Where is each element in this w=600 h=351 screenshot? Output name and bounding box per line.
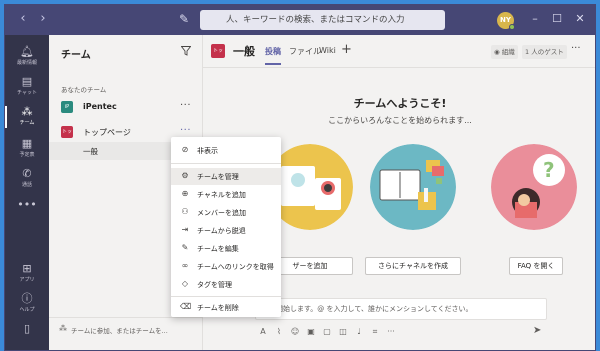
compose-icon[interactable]: ✎ bbox=[177, 12, 191, 26]
search-input[interactable]: 人、キーワードの検索、またはコマンドの入力 bbox=[200, 10, 445, 30]
hide-icon: ⊘ bbox=[181, 145, 189, 154]
filter-icon[interactable] bbox=[181, 46, 191, 56]
close-icon[interactable]: ✕ bbox=[573, 12, 587, 26]
rail-item-calendar[interactable]: ▦ 予定表 bbox=[5, 134, 49, 164]
meet-now-icon[interactable]: ◫ bbox=[337, 326, 349, 338]
menu-item-get-link[interactable]: ∞ チームへのリンクを取得 bbox=[171, 258, 281, 275]
gear-icon: ⚙ bbox=[181, 171, 189, 180]
menu-item-delete-team[interactable]: ⌫ チームを削除 bbox=[171, 299, 281, 316]
join-team-text: チームに参加、またはチームを... bbox=[71, 327, 168, 335]
join-team-icon: ⁂ bbox=[59, 324, 67, 333]
menu-item-leave-team[interactable]: ⇥ チームから脱退 bbox=[171, 222, 281, 239]
tag-icon: ◇ bbox=[181, 279, 189, 288]
more-options-icon[interactable]: ··· bbox=[385, 326, 397, 338]
rail-item-teams[interactable]: ⁂ チーム bbox=[5, 102, 49, 132]
teams-pane-title: チーム bbox=[61, 50, 91, 61]
org-view-button[interactable]: ◉ 組織 bbox=[491, 45, 518, 59]
trash-icon: ⌫ bbox=[180, 302, 192, 311]
rail-item-help[interactable]: ⓘ ヘルプ bbox=[5, 289, 49, 319]
faq-illustration: ? bbox=[491, 144, 577, 230]
tab-wiki[interactable]: Wiki bbox=[319, 46, 336, 55]
rail-item-more[interactable]: ••• bbox=[5, 195, 49, 225]
more-icon: ••• bbox=[17, 198, 37, 211]
avatar[interactable]: NY bbox=[497, 12, 515, 30]
apps-icon: ⊞ bbox=[22, 262, 32, 275]
guest-button[interactable]: 1 人のゲスト bbox=[522, 45, 567, 59]
rail-item-chat[interactable]: ▤ チャット bbox=[5, 72, 49, 102]
maximize-icon[interactable]: ☐ bbox=[550, 12, 564, 26]
compose-input[interactable]: 話を開始します。@ を入力して、誰かにメンションしてください。 bbox=[255, 298, 547, 320]
giphy-icon[interactable]: ▣ bbox=[305, 326, 317, 338]
svg-text:?: ? bbox=[543, 158, 555, 182]
format-icon[interactable]: A bbox=[257, 326, 269, 338]
section-label-your-teams: あなたのチーム bbox=[61, 86, 107, 94]
menu-item-manage-tags[interactable]: ◇ タグを管理 bbox=[171, 276, 281, 293]
team-name: iPentec bbox=[83, 102, 117, 111]
chevron-left-icon[interactable]: ‹ bbox=[15, 11, 31, 27]
welcome-title: チームへようこそ! bbox=[353, 97, 447, 110]
teams-window: ‹ › ✎ 人、キーワードの検索、またはコマンドの入力 NY – ☐ ✕ 🔔︎ … bbox=[4, 4, 596, 351]
pencil-icon: ✎ bbox=[181, 243, 189, 252]
tab-posts[interactable]: 投稿 bbox=[265, 46, 281, 65]
team-item-ipentec[interactable]: iP iPentec ··· bbox=[49, 97, 203, 119]
team-tile: トッ bbox=[211, 44, 225, 58]
more-options-icon[interactable]: ··· bbox=[180, 125, 191, 136]
bell-icon: 🔔︎ bbox=[20, 45, 34, 58]
channel-name: 一般 bbox=[83, 147, 98, 156]
presence-available-icon bbox=[509, 24, 515, 30]
channel-title: 一般 bbox=[233, 45, 255, 58]
more-options-icon[interactable]: ··· bbox=[571, 43, 581, 54]
attach-icon[interactable]: ⌇ bbox=[273, 326, 285, 338]
chevron-right-icon[interactable]: › bbox=[35, 11, 51, 27]
menu-item-hide[interactable]: ⊘ 非表示 bbox=[171, 142, 281, 159]
calendar-icon: ▦ bbox=[21, 137, 33, 150]
link-icon: ∞ bbox=[181, 261, 189, 270]
minimize-icon[interactable]: – bbox=[528, 12, 542, 26]
rail-item-activity[interactable]: 🔔︎ 最新情報 bbox=[5, 42, 49, 72]
tab-files[interactable]: ファイル bbox=[289, 46, 321, 57]
channel-header: トッ 一般 投稿 ファイル Wiki + ◉ 組織 1 人のゲスト ··· bbox=[203, 35, 595, 68]
team-tile: トッ bbox=[61, 126, 73, 138]
team-context-menu: ⊘ 非表示 ⚙ チームを管理 ⊕ チャネルを追加 ⚇ メンバーを追加 ⇥ チーム… bbox=[171, 137, 281, 317]
team-name: トップページ bbox=[83, 128, 131, 137]
teams-icon: ⁂ bbox=[21, 105, 33, 118]
avatar-initials: NY bbox=[500, 16, 511, 24]
help-icon: ⓘ bbox=[21, 292, 33, 305]
mobile-icon: ▯ bbox=[23, 322, 31, 335]
app-rail: 🔔︎ 最新情報 ▤ チャット ⁂ チーム ▦ 予定表 ✆ 通話 ••• ⊞ アプ… bbox=[5, 35, 49, 350]
rail-item-mobile[interactable]: ▯ bbox=[5, 319, 49, 349]
menu-item-manage-team[interactable]: ⚙ チームを管理 bbox=[171, 168, 281, 185]
add-tab-icon[interactable]: + bbox=[341, 42, 352, 57]
audio-icon[interactable]: ♩ bbox=[353, 326, 365, 338]
phone-icon: ✆ bbox=[22, 167, 32, 180]
eye-icon: ◉ bbox=[494, 48, 500, 56]
add-member-icon: ⚇ bbox=[181, 207, 189, 216]
emoji-icon[interactable]: ☺ bbox=[289, 326, 301, 338]
menu-item-add-member[interactable]: ⚇ メンバーを追加 bbox=[171, 204, 281, 221]
rail-item-calls[interactable]: ✆ 通話 bbox=[5, 164, 49, 194]
team-tile: iP bbox=[61, 101, 73, 113]
create-channel-illustration bbox=[370, 144, 456, 230]
menu-divider bbox=[171, 296, 281, 297]
schedule-icon[interactable]: ⌗ bbox=[369, 326, 381, 338]
create-channel-button[interactable]: さらにチャネルを作成 bbox=[365, 257, 461, 275]
menu-item-edit-team[interactable]: ✎ チームを編集 bbox=[171, 240, 281, 257]
more-options-icon[interactable]: ··· bbox=[180, 100, 191, 111]
title-bar: ‹ › ✎ 人、キーワードの検索、またはコマンドの入力 NY – ☐ ✕ bbox=[5, 5, 595, 35]
menu-item-add-channel[interactable]: ⊕ チャネルを追加 bbox=[171, 186, 281, 203]
join-team-bar[interactable]: ⁂ チームに参加、またはチームを... bbox=[49, 317, 203, 341]
open-faq-button[interactable]: FAQ を開く bbox=[509, 257, 563, 275]
chat-icon: ▤ bbox=[21, 75, 33, 88]
leave-icon: ⇥ bbox=[181, 225, 189, 234]
add-channel-icon: ⊕ bbox=[181, 189, 189, 198]
send-icon[interactable]: ➤ bbox=[533, 325, 541, 336]
welcome-subtitle: ここからいろんなことを始められます... bbox=[328, 116, 472, 125]
rail-item-apps[interactable]: ⊞ アプリ bbox=[5, 259, 49, 289]
sticker-icon[interactable]: ▢ bbox=[321, 326, 333, 338]
menu-divider bbox=[171, 163, 281, 164]
